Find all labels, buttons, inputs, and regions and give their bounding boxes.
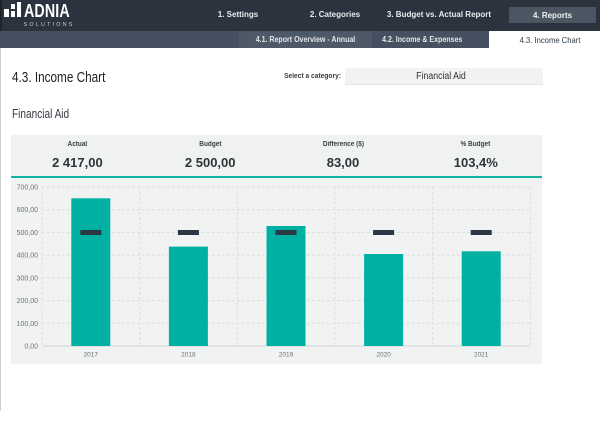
svg-text:2020: 2020 bbox=[376, 352, 391, 359]
svg-text:300,00: 300,00 bbox=[17, 275, 39, 282]
svg-text:700,00: 700,00 bbox=[17, 185, 39, 192]
svg-text:2018: 2018 bbox=[181, 352, 196, 359]
svg-text:100,00: 100,00 bbox=[17, 321, 39, 328]
svg-text:2017: 2017 bbox=[84, 352, 99, 359]
svg-text:2021: 2021 bbox=[474, 352, 489, 359]
svg-text:600,00: 600,00 bbox=[17, 207, 39, 214]
svg-text:500,00: 500,00 bbox=[17, 230, 39, 237]
svg-text:0,00: 0,00 bbox=[24, 344, 38, 351]
svg-text:200,00: 200,00 bbox=[17, 298, 39, 305]
svg-text:2019: 2019 bbox=[279, 352, 294, 359]
svg-text:400,00: 400,00 bbox=[17, 253, 39, 260]
